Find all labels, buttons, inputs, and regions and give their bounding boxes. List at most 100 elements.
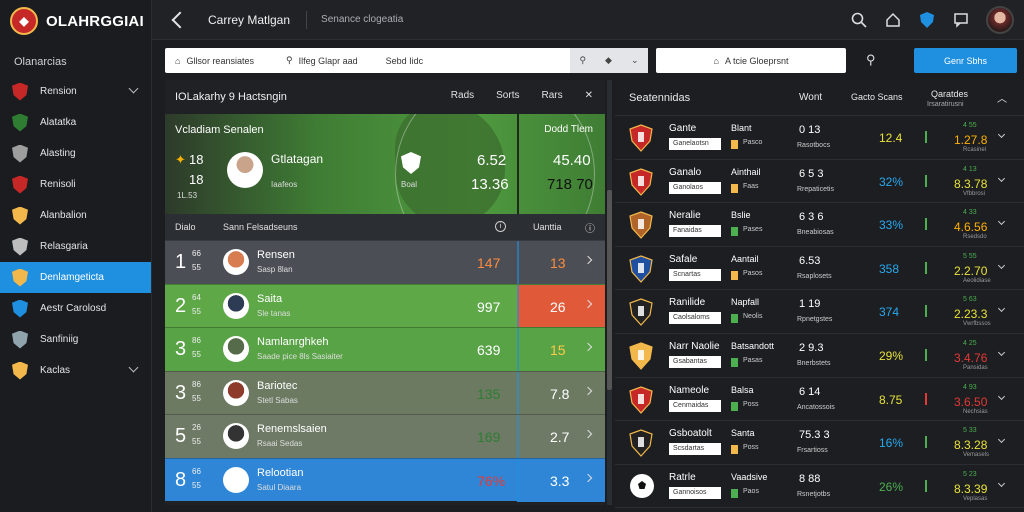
- player-name: Relootian: [257, 466, 304, 479]
- sidebar-item[interactable]: Alanbalion: [0, 200, 151, 231]
- header-uanttia[interactable]: Uanttia: [533, 222, 562, 232]
- col-wont[interactable]: Wont: [799, 92, 822, 103]
- shield-icon[interactable]: [918, 11, 936, 29]
- chevron-down-icon[interactable]: [997, 174, 1006, 182]
- primary-button[interactable]: Genr Sbhs: [914, 48, 1017, 73]
- back-arrow-icon[interactable]: [171, 11, 189, 28]
- percentage: 33%: [879, 218, 904, 233]
- header-sann[interactable]: Sann Felsadseuns: [223, 222, 298, 232]
- filter-c[interactable]: Sebd Iidc: [376, 56, 424, 66]
- chevron-down-icon[interactable]: [997, 305, 1006, 313]
- odds-value: 8.3.39: [954, 481, 988, 496]
- sidebar-item[interactable]: Kaclas: [0, 355, 151, 386]
- odds-row[interactable]: Ranilide Caolsaloms Napfall Neolis 1 19 Rpnet…: [615, 290, 1024, 334]
- chevron-down-icon[interactable]: [997, 348, 1006, 357]
- status-square: [731, 401, 738, 411]
- sidebar-item[interactable]: Alasting: [0, 138, 151, 169]
- chevron-down-icon[interactable]: [997, 392, 1006, 400]
- sidebar-item[interactable]: Rension: [0, 76, 151, 107]
- odds-row[interactable]: Nameole Cenmaidas Balsa Poss 6 14 Ancatossois…: [615, 378, 1024, 422]
- hero-card[interactable]: Vcladiam Senalen Dodd Tlem ✦ 18 18 1L.53…: [165, 114, 605, 214]
- odds-row[interactable]: Ganalo Ganolaos Ainthail Faas 6 5 3 Rrepatice…: [615, 160, 1024, 204]
- table-row[interactable]: 8 66 55 Relootian Satul Diaara 76% 3.3: [165, 457, 605, 502]
- player-name: Renemslsaien: [257, 423, 327, 435]
- odds-row[interactable]: Gante Ganelaotsn Blant Pasco 0 13 Rasotbocs 12…: [615, 116, 1024, 160]
- value-1: 147: [477, 255, 501, 271]
- player-sub: Satul Diaara: [257, 482, 302, 492]
- player-avatar: [223, 249, 249, 275]
- col-gacto[interactable]: Gacto Scans: [851, 92, 903, 102]
- odds-value: 1.27.8: [954, 133, 988, 147]
- odds-row[interactable]: Neralie Fanaidas Bslie Pases 6 3 6 Bneabiosas…: [615, 203, 1024, 247]
- sidebar-item-label: Renisoli: [40, 179, 76, 190]
- chevron-down-icon[interactable]: [997, 218, 1006, 226]
- home-icon[interactable]: [884, 11, 902, 29]
- sidebar-item[interactable]: Denlamgeticta: [0, 262, 151, 293]
- sidebar-item[interactable]: Aestr Carolosd: [0, 293, 151, 324]
- team-sub: Vaadsive: [731, 471, 768, 482]
- search-small-icon[interactable]: ⚲: [579, 55, 586, 66]
- brand-name: OLAHRGGIAI: [46, 12, 144, 30]
- team-tag: Caolsaloms: [669, 312, 721, 325]
- table-row[interactable]: 2 64 55 Saita Sle tanas 997 26: [165, 283, 605, 328]
- odds-row[interactable]: Ratrle Gannoisos Vaadsive Paos 8 88 Rsnetjotb…: [615, 465, 1024, 509]
- scrollbar-thumb[interactable]: [607, 190, 612, 390]
- table-row[interactable]: 3 86 55 Bariotec Stetl Sabas 135 7.8: [165, 370, 605, 415]
- message-icon[interactable]: [952, 11, 970, 29]
- sidebar-item-label: Aestr Carolosd: [40, 303, 107, 314]
- percentage: 12.4: [879, 131, 903, 145]
- player-sub: Stetl Sabas: [257, 395, 298, 405]
- diamond-icon[interactable]: ◆: [605, 55, 612, 66]
- info-icon[interactable]: i: [495, 221, 506, 232]
- col-rads[interactable]: Rads: [451, 90, 474, 101]
- chevron-down-icon[interactable]: [997, 261, 1006, 269]
- team-sub: Santa: [731, 428, 755, 439]
- odds-row[interactable]: Gsboatolt Scsdartas Santa Poss 75.3 3 Frsarti…: [615, 421, 1024, 465]
- chevron-down-icon[interactable]: [128, 362, 139, 373]
- scrollbar[interactable]: [607, 80, 612, 505]
- chevron-up-icon[interactable]: ︿: [997, 90, 1007, 105]
- sidebar-item-label: Relasgaria: [40, 241, 88, 252]
- filter-c-label: Sebd Iidc: [385, 55, 424, 66]
- percentage: 26%: [879, 479, 904, 494]
- sidebar-item[interactable]: Sanfiniig: [0, 324, 151, 355]
- magnifier-icon: ⚲: [285, 55, 293, 65]
- table-row[interactable]: 5 26 55 Renemslsaien Rsaai Sedas 169 2.7: [165, 414, 605, 459]
- col-sorts[interactable]: Sorts: [496, 90, 519, 101]
- sidebar-item[interactable]: Relasgaria: [0, 231, 151, 262]
- col-qaratdes[interactable]: Qaratdes: [931, 89, 968, 99]
- value-2: 15: [550, 342, 566, 358]
- status-square: [731, 488, 738, 498]
- odds-sub: Nechsias: [963, 408, 988, 415]
- rank-sub-1: 66: [192, 249, 201, 258]
- chevron-down-icon[interactable]: [997, 130, 1006, 139]
- team-crest-icon: [629, 298, 653, 327]
- search-icon[interactable]: [850, 11, 868, 29]
- chevron-down-icon[interactable]: [997, 436, 1006, 444]
- chevron-down-icon[interactable]: [997, 479, 1006, 487]
- info-circle-icon[interactable]: ⓘ: [585, 220, 595, 235]
- odds-row[interactable]: Safale Scnartas Aantail Pasos 6.53 Rsaplosets…: [615, 247, 1024, 291]
- close-icon[interactable]: ✕: [585, 90, 593, 101]
- chevron-down-icon[interactable]: ⌄: [631, 55, 639, 66]
- header-dialo[interactable]: Dialo: [175, 222, 196, 232]
- col-rars[interactable]: Rars: [541, 90, 562, 101]
- search-icon-secondary[interactable]: ⚲: [866, 52, 876, 68]
- table-row[interactable]: 1 66 55 Rensen Sasp 8lan 147 13: [165, 240, 605, 285]
- sidebar-list: Rension Alatatka Alasting Renisoli Alanbalio…: [0, 76, 151, 386]
- odds-row[interactable]: Narr Naolie Gsabantas Batsandott Pasas 2 9.3…: [615, 334, 1024, 378]
- hero-player-sub: Iaafeos: [271, 180, 298, 189]
- chevron-down-icon[interactable]: [128, 83, 139, 94]
- rank-sub-1: 86: [192, 379, 201, 389]
- team-sub: Balsa: [731, 384, 754, 395]
- search-input[interactable]: ⌂ A tcie Gloeprsnt: [656, 48, 846, 73]
- avatar[interactable]: [986, 6, 1014, 34]
- filter-b[interactable]: ⚲ Ilfeg Glapr aad: [276, 55, 358, 66]
- sidebar-item[interactable]: Alatatka: [0, 107, 151, 138]
- brand[interactable]: ◆ OLAHRGGIAI: [0, 0, 151, 42]
- crest-icon: [10, 113, 30, 133]
- sidebar-item[interactable]: Renisoli: [0, 169, 151, 200]
- table-row[interactable]: 3 86 55 Namlanrghkeh Saade pice 8ls Sasiaite…: [165, 327, 605, 372]
- value-2: 13: [550, 255, 566, 271]
- filter-a[interactable]: ⌂ Gllsor reansiates: [165, 56, 254, 66]
